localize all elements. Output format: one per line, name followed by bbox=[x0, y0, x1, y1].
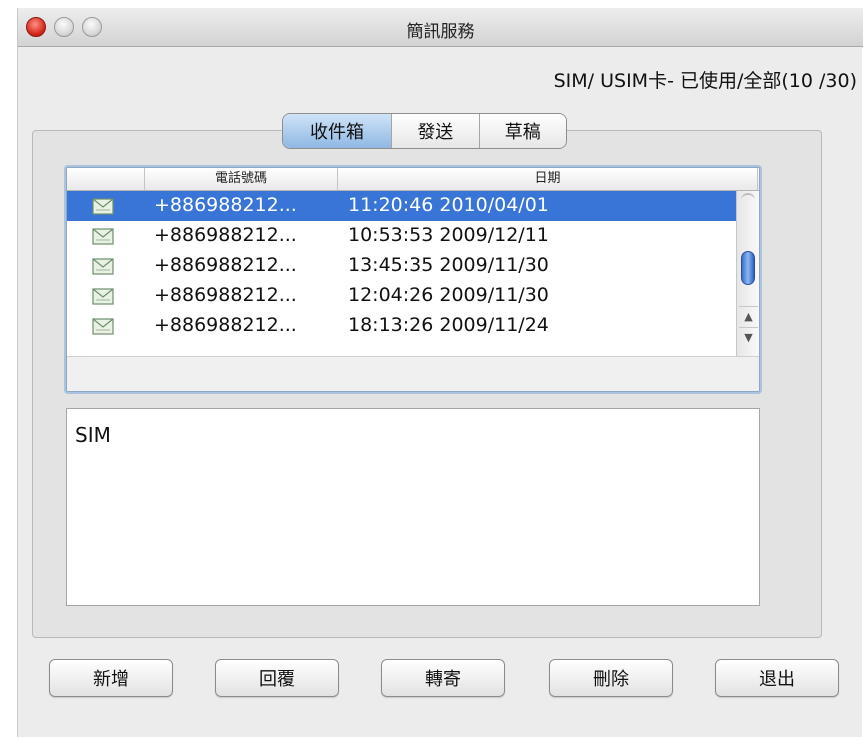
row-date: 13:45:35 2009/11/30 bbox=[348, 254, 549, 276]
row-date: 10:53:53 2009/12/11 bbox=[348, 224, 549, 246]
envelope-icon bbox=[92, 288, 114, 305]
tab-drafts[interactable]: 草稿 bbox=[479, 114, 566, 148]
row-phone: +886988212... bbox=[154, 314, 297, 336]
scrollbar-track-top bbox=[741, 193, 755, 207]
sim-usage-status: SIM/ USIM卡- 已使用/全部(10 /30) bbox=[553, 70, 857, 92]
row-date: 11:20:46 2010/04/01 bbox=[348, 194, 549, 216]
preview-text: SIM bbox=[75, 423, 111, 447]
table-row[interactable]: +886988212... 11:20:46 2010/04/01 bbox=[67, 191, 759, 221]
delete-button[interactable]: 刪除 bbox=[549, 659, 673, 697]
folder-tabs: 收件箱 發送 草稿 bbox=[282, 113, 567, 149]
table-row[interactable]: +886988212... 13:45:35 2009/11/30 bbox=[67, 251, 759, 281]
scroll-down-arrow-icon[interactable]: ▼ bbox=[739, 327, 758, 348]
column-header-phone[interactable]: 電話號碼 bbox=[145, 168, 338, 190]
window-title: 簡訊服務 bbox=[406, 22, 475, 42]
title-bar[interactable]: 簡訊服務 bbox=[18, 8, 863, 47]
column-header-date[interactable]: 日期 bbox=[338, 168, 758, 190]
row-phone: +886988212... bbox=[154, 284, 297, 306]
row-phone: +886988212... bbox=[154, 194, 297, 216]
scroll-up-arrow-icon[interactable]: ▲ bbox=[739, 306, 758, 327]
message-preview[interactable]: SIM bbox=[66, 408, 760, 606]
tab-sent[interactable]: 發送 bbox=[392, 114, 480, 148]
reply-button[interactable]: 回覆 bbox=[215, 659, 339, 697]
list-empty-area bbox=[67, 356, 759, 391]
new-button[interactable]: 新增 bbox=[49, 659, 173, 697]
envelope-icon bbox=[92, 318, 114, 335]
table-row[interactable]: +886988212... 12:04:26 2009/11/30 bbox=[67, 281, 759, 311]
row-date: 18:13:26 2009/11/24 bbox=[348, 314, 549, 336]
list-header: 電話號碼 日期 bbox=[67, 168, 759, 191]
table-row[interactable]: +886988212... 10:53:53 2009/12/11 bbox=[67, 221, 759, 251]
row-phone: +886988212... bbox=[154, 224, 297, 246]
column-header-icon[interactable] bbox=[67, 168, 145, 190]
exit-button[interactable]: 退出 bbox=[715, 659, 839, 697]
scrollbar-thumb[interactable] bbox=[741, 251, 755, 285]
tab-inbox[interactable]: 收件箱 bbox=[283, 114, 393, 148]
envelope-icon bbox=[92, 258, 114, 275]
message-list[interactable]: 電話號碼 日期 +886988212... 11:20:46 2010/04/0… bbox=[66, 167, 760, 392]
table-row[interactable]: +886988212... 18:13:26 2009/11/24 bbox=[67, 311, 759, 341]
message-rows: +886988212... 11:20:46 2010/04/01 +88698… bbox=[67, 191, 759, 356]
envelope-icon bbox=[92, 198, 114, 215]
row-date: 12:04:26 2009/11/30 bbox=[348, 284, 549, 306]
forward-button[interactable]: 轉寄 bbox=[381, 659, 505, 697]
list-scrollbar[interactable]: ▲ ▼ bbox=[736, 191, 759, 356]
envelope-icon bbox=[92, 228, 114, 245]
row-phone: +886988212... bbox=[154, 254, 297, 276]
